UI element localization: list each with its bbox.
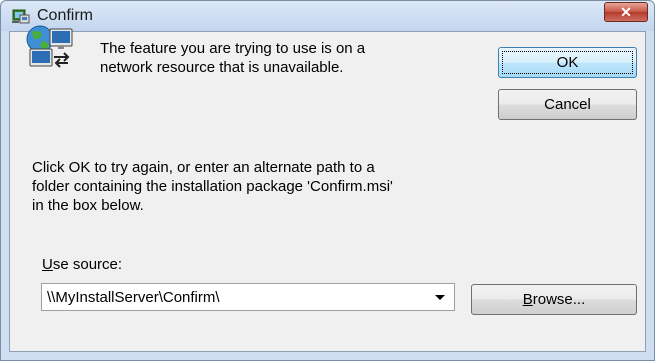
close-button[interactable]: ✕ xyxy=(604,2,648,22)
source-path-combobox[interactable]: \\MyInstallServer\Confirm\ xyxy=(41,283,455,311)
browse-button-label: Browse... xyxy=(523,291,586,308)
instructions-line: folder containing the installation packa… xyxy=(32,178,393,195)
close-icon: ✕ xyxy=(620,4,632,20)
cancel-button[interactable]: Cancel xyxy=(498,89,637,120)
focus-rectangle xyxy=(502,51,633,74)
use-source-label: Use source: xyxy=(42,256,122,273)
message-line: The feature you are trying to use is on … xyxy=(100,40,366,57)
ok-button[interactable]: OK xyxy=(498,47,637,78)
browse-button[interactable]: Browse... xyxy=(471,284,637,315)
message-line: network resource that is unavailable. xyxy=(100,59,344,76)
instructions-line: in the box below. xyxy=(32,197,144,214)
network-computer-icon xyxy=(26,25,73,68)
label-text: rowse... xyxy=(532,291,586,308)
title-bar[interactable]: Confirm ✕ xyxy=(1,1,654,31)
access-key: B xyxy=(522,291,533,308)
source-path-value[interactable]: \\MyInstallServer\Confirm\ xyxy=(47,289,220,306)
error-message: The feature you are trying to use is on … xyxy=(100,39,420,77)
label-text: se source: xyxy=(52,256,123,273)
instructions-line: Click OK to try again, or enter an alter… xyxy=(32,159,375,176)
cancel-button-label: Cancel xyxy=(544,96,591,113)
chevron-down-icon[interactable] xyxy=(435,295,445,300)
instructions-text: Click OK to try again, or enter an alter… xyxy=(32,158,393,215)
access-key: U xyxy=(42,256,53,273)
